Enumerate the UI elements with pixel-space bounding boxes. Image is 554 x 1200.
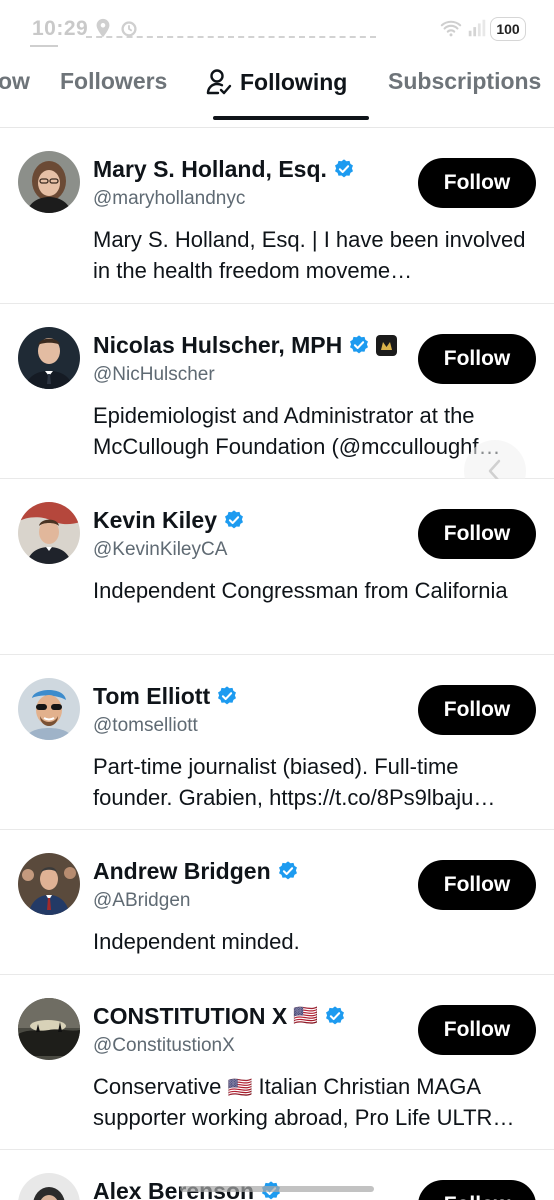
user-handle: @tomselliott xyxy=(93,715,198,736)
avatar[interactable] xyxy=(18,998,80,1060)
active-tab-indicator xyxy=(213,116,369,120)
user-bio: Part-time journalist (biased). Full-time… xyxy=(93,754,496,810)
user-name: Kevin Kiley xyxy=(93,506,217,533)
us-flag-emoji: 🇺🇸 xyxy=(227,1077,253,1099)
user-bio: Independent minded. xyxy=(93,929,300,954)
cellular-signal-icon xyxy=(468,19,486,37)
status-bar: 10:29 100 xyxy=(0,0,554,52)
affiliate-badge-icon xyxy=(376,334,398,356)
follow-button[interactable]: Follow xyxy=(418,1180,536,1200)
user-row-abridgen[interactable]: Andrew Bridgen @ABridgen Independent min… xyxy=(0,830,554,975)
status-time: 10:29 xyxy=(32,17,89,40)
tab-subscriptions[interactable]: Subscriptions xyxy=(388,68,541,95)
follow-button[interactable]: Follow xyxy=(418,158,536,208)
verified-badge-icon xyxy=(326,1006,345,1025)
home-indicator[interactable] xyxy=(180,1186,374,1192)
verified-badge-icon xyxy=(225,510,243,529)
bio-text-start: Conservative xyxy=(93,1074,222,1099)
tab-following[interactable]: Following xyxy=(206,68,347,96)
user-row-kevinkileyca[interactable]: Kevin Kiley @KevinKileyCA Independent Co… xyxy=(0,479,554,655)
user-handle: @maryhollandnyc xyxy=(93,188,246,209)
user-bio: Independent Congressman from California xyxy=(93,578,508,603)
avatar[interactable] xyxy=(18,678,80,740)
avatar[interactable] xyxy=(18,151,80,213)
verified-badge-icon xyxy=(350,335,369,354)
user-bio: Epidemiologist and Administrator at the … xyxy=(93,403,501,459)
battery-indicator: 100 xyxy=(490,17,526,41)
user-handle: @KevinKileyCA xyxy=(93,539,228,560)
follow-button[interactable]: Follow xyxy=(418,1005,536,1055)
user-name: CONSTITUTION X xyxy=(93,1002,288,1029)
tab-following-label: Following xyxy=(240,68,348,95)
user-handle: @ABridgen xyxy=(93,890,191,911)
follow-button[interactable]: Follow xyxy=(418,334,536,384)
avatar[interactable] xyxy=(18,502,80,564)
tab-followers[interactable]: Followers xyxy=(60,68,167,95)
person-check-icon xyxy=(206,69,232,95)
verified-badge-icon xyxy=(218,686,237,705)
wifi-icon xyxy=(440,20,462,37)
user-row-tomselliott[interactable]: Tom Elliott @tomselliott Part-time journ… xyxy=(0,655,554,830)
user-handle: @NicHulscher xyxy=(93,364,215,385)
user-row-maryhollandnyc[interactable]: Mary S. Holland, Esq. @maryhollandnyc Ma… xyxy=(0,128,554,304)
user-name: Mary S. Holland, Esq. xyxy=(93,155,327,182)
user-name: Andrew Bridgen xyxy=(93,857,271,884)
user-name: Nicolas Hulscher, MPH xyxy=(93,331,343,358)
avatar[interactable] xyxy=(18,853,80,915)
user-bio: Conservative 🇺🇸 Italian Christian MAGA s… xyxy=(93,1071,533,1133)
follow-button[interactable]: Follow xyxy=(418,860,536,910)
time-underline xyxy=(30,45,58,47)
avatar[interactable] xyxy=(18,327,80,389)
tab-partial[interactable]: ow xyxy=(0,68,30,95)
follow-button[interactable]: Follow xyxy=(418,509,536,559)
user-row-constitustionx[interactable]: CONSTITUTION X 🇺🇸 @ConstitustionX Conser… xyxy=(0,975,554,1150)
blurred-title xyxy=(86,36,376,48)
user-handle: @ConstitustionX xyxy=(93,1035,235,1056)
avatar[interactable] xyxy=(18,1173,80,1200)
profile-tabs: ow Followers Following Subscriptions xyxy=(0,52,554,120)
user-bio: Mary S. Holland, Esq. | I have been invo… xyxy=(93,227,526,283)
user-row-alexberenson[interactable]: Alex Berenson Follow xyxy=(0,1150,554,1200)
follow-button[interactable]: Follow xyxy=(418,685,536,735)
verified-badge-icon xyxy=(278,861,297,880)
verified-badge-icon xyxy=(334,159,353,178)
us-flag-emoji: 🇺🇸 xyxy=(293,1005,319,1027)
user-name: Tom Elliott xyxy=(93,682,211,709)
